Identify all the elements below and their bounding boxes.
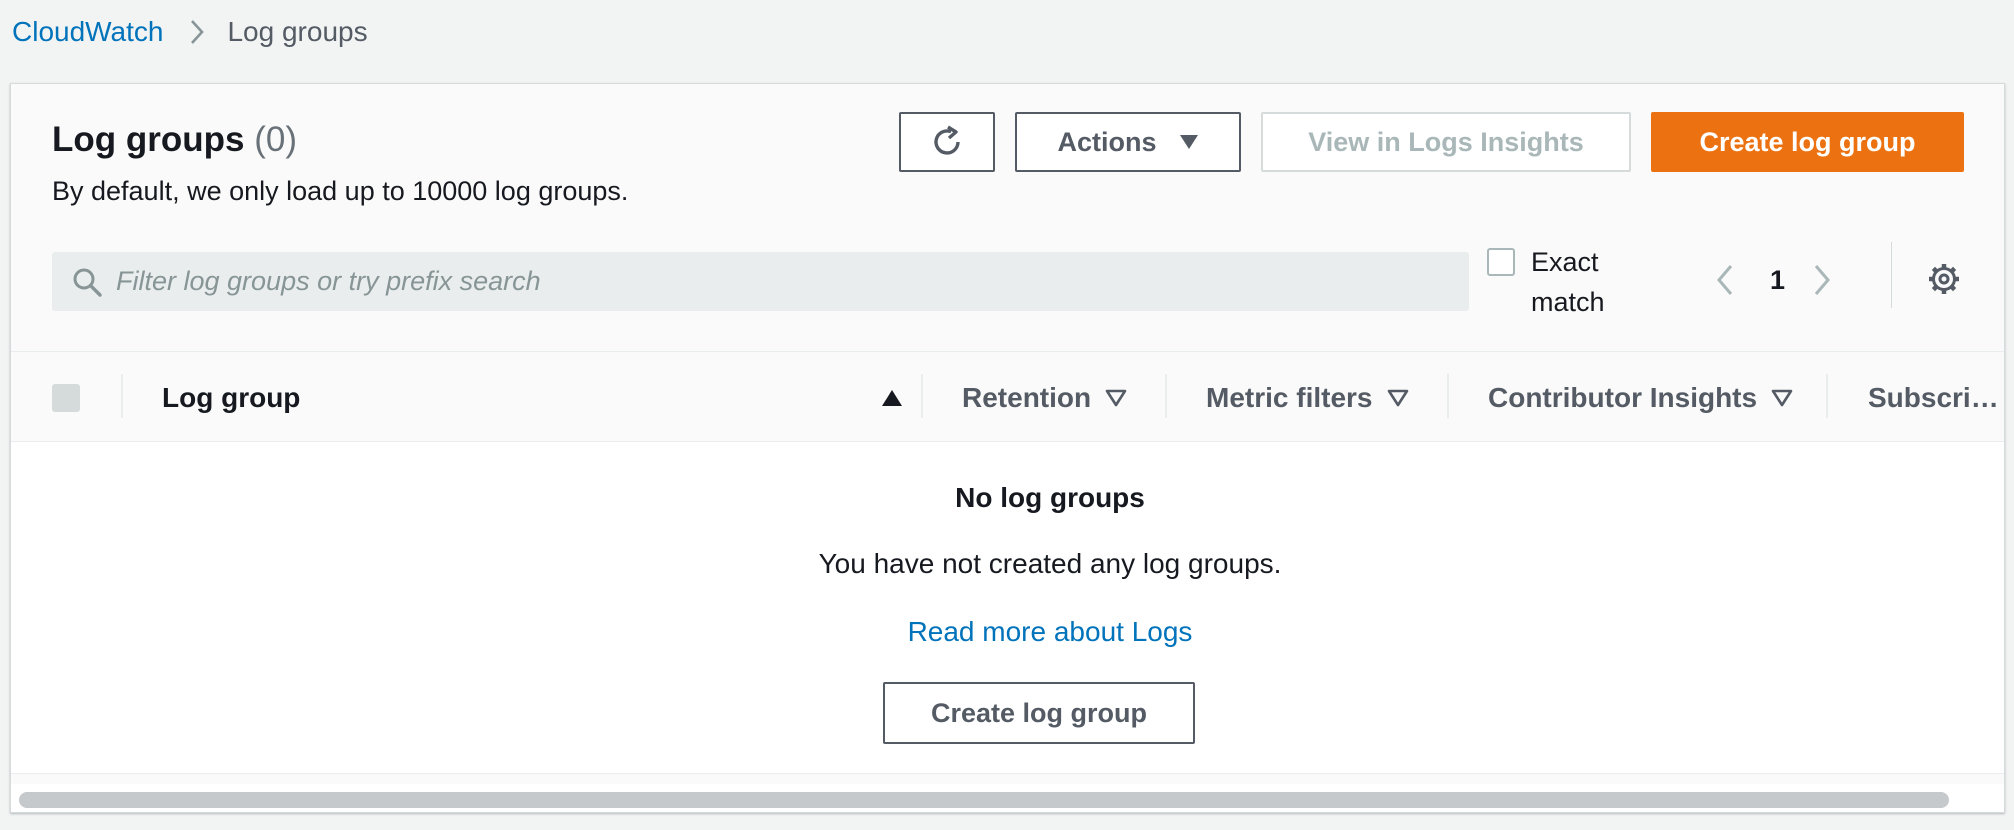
sort-ascending-icon bbox=[881, 389, 903, 407]
empty-state-description: You have not created any log groups. bbox=[818, 548, 1282, 579]
search-input[interactable] bbox=[116, 266, 1416, 297]
select-all-checkbox bbox=[52, 384, 80, 412]
column-header-label: Metric filters bbox=[1206, 381, 1373, 413]
sort-caret-down-icon bbox=[1105, 389, 1127, 407]
scrollbar-thumb[interactable] bbox=[19, 792, 1949, 808]
refresh-button[interactable] bbox=[899, 112, 995, 172]
exact-match-option[interactable]: Exact match bbox=[1487, 242, 1621, 322]
exact-match-checkbox[interactable] bbox=[1487, 248, 1515, 276]
pagination: 1 bbox=[1716, 250, 1831, 310]
caret-down-icon bbox=[1179, 134, 1199, 150]
breadcrumb: CloudWatch Log groups bbox=[12, 14, 368, 50]
column-separator bbox=[1165, 374, 1167, 418]
pager-divider bbox=[1891, 242, 1892, 308]
column-separator bbox=[1447, 374, 1449, 418]
chevron-left-icon[interactable] bbox=[1716, 264, 1734, 296]
actions-dropdown-button[interactable]: Actions bbox=[1015, 112, 1241, 172]
breadcrumb-cloudwatch-link[interactable]: CloudWatch bbox=[12, 16, 163, 48]
column-header-log-group[interactable]: Log group bbox=[162, 352, 907, 443]
page-title: Log groups (0) bbox=[52, 120, 297, 160]
log-group-count: (0) bbox=[254, 120, 297, 159]
column-separator bbox=[121, 374, 123, 418]
column-header-subscriptions[interactable]: Subscri… bbox=[1868, 352, 1999, 443]
empty-state-title: No log groups bbox=[955, 482, 1145, 513]
exact-match-label: Exact match bbox=[1531, 247, 1605, 317]
table-body-empty-state: No log groups You have not created any l… bbox=[11, 442, 2004, 774]
chevron-right-icon bbox=[189, 19, 205, 45]
search-icon bbox=[72, 267, 102, 297]
page-description: By default, we only load up to 10000 log… bbox=[52, 176, 629, 206]
search-box bbox=[52, 252, 1469, 311]
sort-caret-down-icon bbox=[1387, 389, 1409, 407]
refresh-icon bbox=[929, 124, 965, 160]
column-header-label: Log group bbox=[162, 381, 301, 413]
column-header-label: Contributor Insights bbox=[1488, 381, 1758, 413]
view-in-logs-insights-button: View in Logs Insights bbox=[1261, 112, 1631, 172]
table-header: Log group Retention Metric filters Contr… bbox=[11, 351, 2004, 442]
page-title-text: Log groups bbox=[52, 120, 245, 159]
empty-state-create-log-group-button[interactable]: Create log group bbox=[883, 682, 1195, 744]
column-separator bbox=[1826, 374, 1828, 418]
log-groups-panel: Log groups (0) By default, we only load … bbox=[10, 83, 2005, 813]
create-log-group-button[interactable]: Create log group bbox=[1651, 112, 1964, 172]
chevron-right-icon[interactable] bbox=[1813, 264, 1831, 296]
read-more-logs-link[interactable]: Read more about Logs bbox=[11, 616, 2004, 648]
column-header-label: Subscri… bbox=[1868, 381, 1999, 413]
column-header-label: Retention bbox=[962, 381, 1092, 413]
column-separator bbox=[921, 374, 923, 418]
actions-label: Actions bbox=[1057, 126, 1157, 157]
column-header-retention[interactable]: Retention bbox=[962, 352, 1127, 443]
column-header-contributor-insights[interactable]: Contributor Insights bbox=[1488, 352, 1793, 443]
horizontal-scrollbar[interactable] bbox=[11, 784, 2004, 812]
gear-icon[interactable] bbox=[1927, 262, 1961, 296]
current-page-number[interactable]: 1 bbox=[1770, 265, 1785, 296]
sort-caret-down-icon bbox=[1771, 389, 1793, 407]
column-header-metric-filters[interactable]: Metric filters bbox=[1206, 352, 1409, 443]
breadcrumb-current: Log groups bbox=[227, 16, 368, 47]
